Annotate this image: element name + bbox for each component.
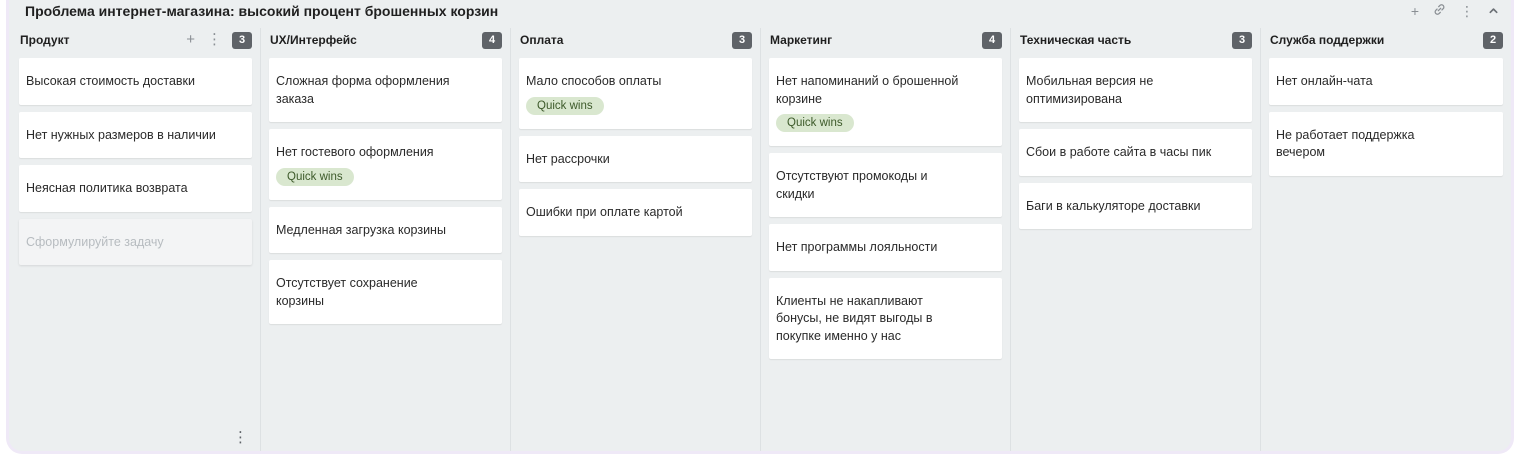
- task-card[interactable]: Сложная форма оформления заказа: [269, 58, 502, 122]
- card-list: Нет онлайн-чата Не работает поддержка веч…: [1269, 58, 1503, 176]
- task-card[interactable]: Баги в калькуляторе доставки: [1019, 182, 1252, 229]
- task-card[interactable]: Нет программы лояльности: [769, 224, 1002, 271]
- card-text: Сбои в работе сайта в часы пик: [1026, 145, 1212, 159]
- task-card[interactable]: Отсутствует сохранение корзины: [269, 260, 502, 324]
- column-footer-more-icon[interactable]: ⋮: [233, 430, 248, 445]
- column-title[interactable]: Продукт: [19, 33, 186, 47]
- column-title[interactable]: Оплата: [519, 33, 732, 47]
- board-columns: Продукт + ⋮ 3 Высокая стоимость доставки Нет …: [11, 28, 1511, 451]
- column-title[interactable]: Техническая часть: [1019, 33, 1232, 47]
- card-text: Неясная политика возврата: [26, 181, 188, 195]
- card-text: Нет нужных размеров в наличии: [26, 127, 216, 142]
- column-count-badge: 3: [232, 31, 252, 49]
- task-card[interactable]: Высокая стоимость доставки: [19, 58, 252, 105]
- more-vertical-icon[interactable]: ⋮: [1460, 2, 1474, 20]
- task-card[interactable]: Мобильная версия не оптимизирована: [1019, 58, 1252, 122]
- column-count-badge: 3: [732, 31, 752, 49]
- task-card[interactable]: Сбои в работе сайта в часы пик: [1019, 129, 1252, 176]
- board-title: Проблема интернет-магазина: высокий проц…: [25, 3, 499, 19]
- card-list: Нет напоминаний о брошенной корзине Quick…: [769, 58, 1002, 359]
- card-text: Нет рассрочки: [526, 151, 610, 166]
- quick-wins-tag[interactable]: Quick wins: [776, 114, 854, 132]
- column: Служба поддержки 2 Нет онлайн-чата Не работ…: [1261, 28, 1511, 451]
- task-card[interactable]: Медленная загрузка корзины: [269, 206, 502, 253]
- column-title[interactable]: UX/Интерфейс: [269, 33, 482, 47]
- column: UX/Интерфейс 4 Сложная форма оформления за…: [261, 28, 511, 451]
- card-text: Не работает поддержка вечером: [1276, 127, 1415, 160]
- column-title[interactable]: Маркетинг: [769, 33, 982, 47]
- column: Оплата 3 Мало способов оплаты Quick wins Нет…: [511, 28, 761, 451]
- card-text: Отсутствуют промокоды и скидки: [776, 169, 928, 201]
- column: Продукт + ⋮ 3 Высокая стоимость доставки Нет …: [11, 28, 261, 451]
- card-text: Медленная загрузка корзины: [276, 222, 446, 237]
- task-card[interactable]: Неясная политика возврата: [19, 165, 252, 212]
- card-text: Мобильная версия не оптимизирована: [1026, 74, 1154, 106]
- card-text: Отсутствует сохранение корзины: [276, 276, 418, 308]
- column-header: Техническая часть 3: [1019, 28, 1252, 52]
- task-card[interactable]: Нет гостевого оформления Quick wins: [269, 129, 502, 200]
- card-text: Сложная форма оформления заказа: [276, 74, 450, 106]
- column-count-badge: 4: [482, 31, 502, 49]
- card-text: Клиенты не накапливают бонусы, не видят …: [776, 293, 933, 343]
- card-text: Нет онлайн-чата: [1276, 74, 1373, 88]
- card-text: Ошибки при оплате картой: [526, 205, 683, 219]
- card-text: Нет гостевого оформления: [276, 145, 434, 159]
- card-text: Высокая стоимость доставки: [26, 74, 196, 88]
- column-header: UX/Интерфейс 4: [269, 28, 502, 52]
- card-list: Мало способов оплаты Quick wins Нет рассро…: [519, 58, 752, 236]
- card-text: Нет программы лояльности: [776, 240, 938, 254]
- column-header: Маркетинг 4: [769, 28, 1002, 52]
- task-card[interactable]: Нет онлайн-чата: [1269, 58, 1503, 105]
- task-card[interactable]: Нет нужных размеров в наличии: [19, 111, 252, 158]
- task-card[interactable]: Отсутствуют промокоды и скидки: [769, 153, 1002, 217]
- card-list: Высокая стоимость доставки Нет нужных раз…: [19, 58, 252, 265]
- card-text: Мало способов оплаты: [526, 74, 662, 88]
- quick-wins-tag[interactable]: Quick wins: [276, 167, 354, 186]
- column-title[interactable]: Служба поддержки: [1269, 33, 1483, 47]
- card-list: Сложная форма оформления заказа Нет госте…: [269, 58, 502, 324]
- add-icon[interactable]: +: [1411, 2, 1419, 20]
- column-more-icon[interactable]: ⋮: [207, 32, 222, 48]
- board-frame: Проблема интернет-магазина: высокий проц…: [6, 0, 1514, 454]
- quick-wins-tag[interactable]: Quick wins: [526, 96, 604, 115]
- column-count-badge: 4: [982, 31, 1002, 49]
- column-count-badge: 3: [1232, 31, 1252, 49]
- column-header: Оплата 3: [519, 28, 752, 52]
- column-header: Продукт + ⋮ 3: [19, 28, 252, 52]
- link-icon[interactable]: [1433, 2, 1446, 20]
- column: Техническая часть 3 Мобильная версия не оп…: [1011, 28, 1261, 451]
- task-card[interactable]: Мало способов оплаты Quick wins: [519, 58, 752, 129]
- board-header: Проблема интернет-магазина: высокий проц…: [9, 0, 1511, 24]
- column-count-badge: 2: [1483, 31, 1503, 49]
- task-card[interactable]: Нет напоминаний о брошенной корзине Quick…: [769, 58, 1002, 146]
- task-card[interactable]: Ошибки при оплате картой: [519, 189, 752, 236]
- task-card[interactable]: Не работает поддержка вечером: [1269, 111, 1503, 176]
- card-text: Нет напоминаний о брошенной корзине: [776, 74, 959, 106]
- task-card[interactable]: Клиенты не накапливают бонусы, не видят …: [769, 277, 1002, 359]
- column-tools: + ⋮: [186, 32, 222, 48]
- new-task-input[interactable]: Сформулируйте задачу: [19, 218, 252, 265]
- column-header: Служба поддержки 2: [1269, 28, 1503, 52]
- board-actions: + ⋮: [1411, 2, 1499, 20]
- card-text: Баги в калькуляторе доставки: [1026, 198, 1201, 213]
- card-list: Мобильная версия не оптимизирована Сбои в…: [1019, 58, 1252, 229]
- task-card[interactable]: Нет рассрочки: [519, 135, 752, 182]
- collapse-chevron-icon[interactable]: [1488, 2, 1499, 20]
- column: Маркетинг 4 Нет напоминаний о брошенной ко…: [761, 28, 1011, 451]
- add-card-icon[interactable]: +: [186, 32, 195, 48]
